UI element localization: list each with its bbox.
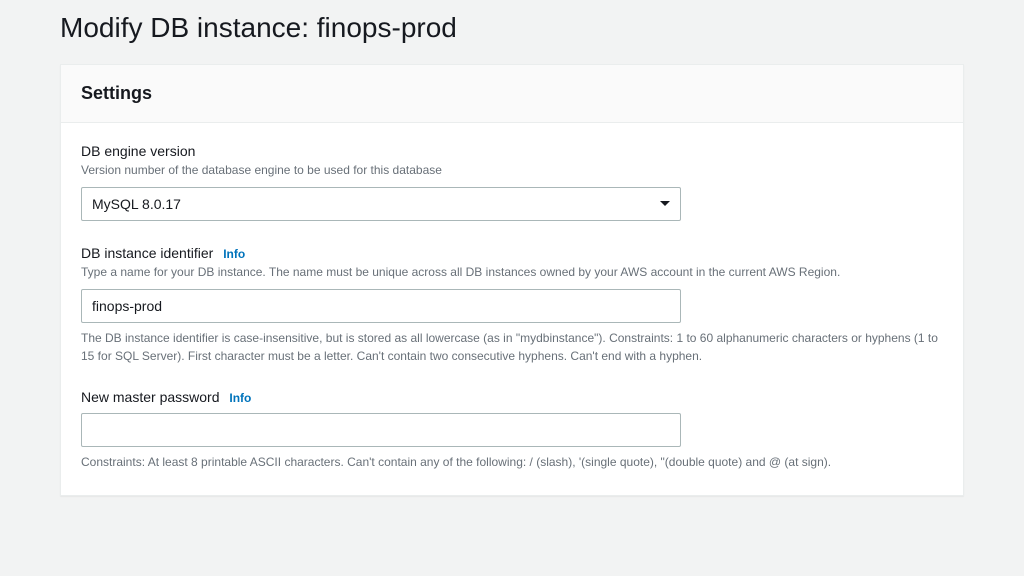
db-engine-version-select[interactable]: MySQL 8.0.17	[81, 187, 681, 221]
db-instance-identifier-field: DB instance identifier Info Type a name …	[81, 245, 943, 365]
new-master-password-field: New master password Info Constraints: At…	[81, 389, 943, 471]
db-instance-identifier-description: Type a name for your DB instance. The na…	[81, 263, 943, 281]
db-instance-identifier-help: The DB instance identifier is case-insen…	[81, 329, 943, 365]
db-engine-version-selected-value: MySQL 8.0.17	[92, 196, 181, 212]
db-engine-version-field: DB engine version Version number of the …	[81, 143, 943, 221]
db-instance-identifier-label: DB instance identifier	[81, 245, 213, 261]
db-engine-version-label: DB engine version	[81, 143, 195, 159]
page-title: Modify DB instance: finops-prod	[60, 12, 964, 44]
new-master-password-label: New master password	[81, 389, 220, 405]
db-instance-identifier-info-link[interactable]: Info	[223, 247, 245, 261]
db-engine-version-description: Version number of the database engine to…	[81, 161, 943, 179]
settings-panel-header: Settings	[61, 65, 963, 123]
new-master-password-help: Constraints: At least 8 printable ASCII …	[81, 453, 943, 471]
new-master-password-info-link[interactable]: Info	[229, 391, 251, 405]
settings-panel-body: DB engine version Version number of the …	[61, 123, 963, 495]
db-instance-identifier-input[interactable]	[81, 289, 681, 323]
settings-heading: Settings	[81, 83, 943, 104]
new-master-password-input[interactable]	[81, 413, 681, 447]
settings-panel: Settings DB engine version Version numbe…	[60, 64, 964, 496]
